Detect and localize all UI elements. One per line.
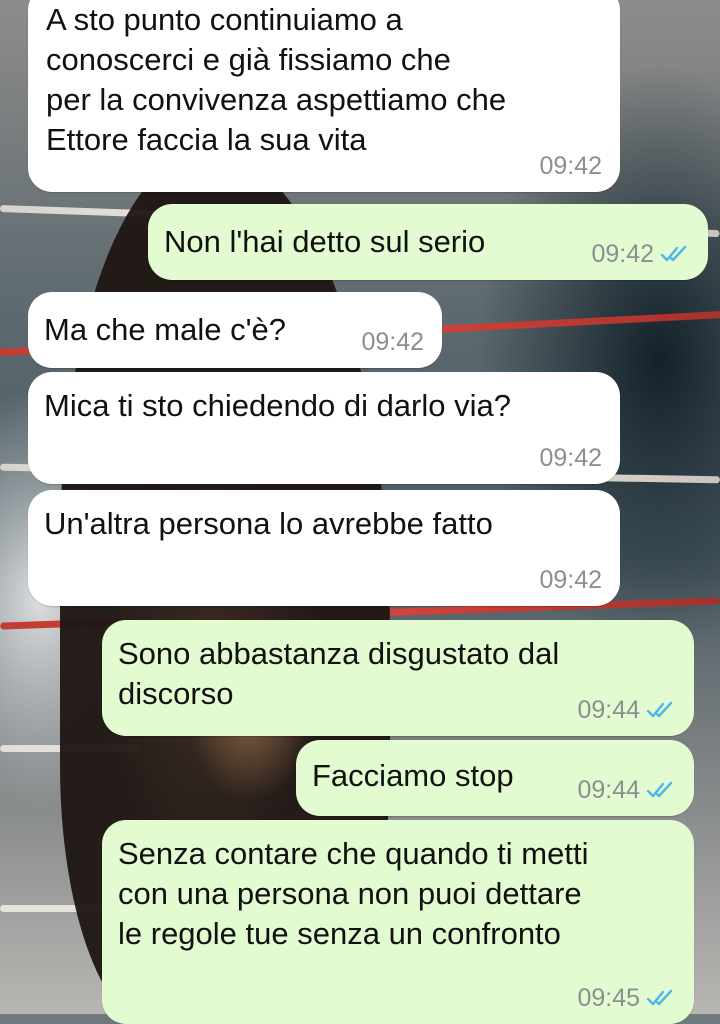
message-list[interactable]: A sto punto continuiamo a conoscerci e g… bbox=[0, 0, 720, 1024]
outgoing-message[interactable]: Senza contare che quando ti metti con un… bbox=[102, 820, 694, 1024]
message-time: 09:44 bbox=[577, 776, 640, 804]
message-meta: 09:42 bbox=[539, 444, 602, 472]
incoming-message[interactable]: Un'altra persona lo avrebbe fatto 09:42 bbox=[28, 490, 620, 606]
message-text: Senza contare che quando ti metti con un… bbox=[118, 836, 589, 951]
incoming-message[interactable]: Mica ti sto chiedendo di darlo via? 09:4… bbox=[28, 372, 620, 484]
double-check-icon bbox=[646, 700, 676, 720]
message-time: 09:44 bbox=[577, 696, 640, 724]
message-time: 09:42 bbox=[539, 444, 602, 472]
message-meta: 09:44 bbox=[577, 696, 676, 724]
outgoing-message[interactable]: Non l'hai detto sul serio 09:42 bbox=[148, 204, 708, 280]
double-check-icon bbox=[646, 988, 676, 1008]
incoming-message[interactable]: Ma che male c'è? 09:42 bbox=[28, 292, 442, 368]
message-time: 09:45 bbox=[577, 984, 640, 1012]
message-time: 09:42 bbox=[591, 240, 654, 268]
message-meta: 09:42 bbox=[361, 328, 424, 356]
double-check-icon bbox=[646, 780, 676, 800]
message-text: Un'altra persona lo avrebbe fatto bbox=[44, 506, 493, 541]
message-meta: 09:45 bbox=[577, 984, 676, 1012]
message-text: Mica ti sto chiedendo di darlo via? bbox=[44, 388, 511, 423]
message-meta: 09:42 bbox=[591, 240, 690, 268]
double-check-icon bbox=[660, 244, 690, 264]
message-time: 09:42 bbox=[361, 328, 424, 356]
message-text: A sto punto continuiamo a conoscerci e g… bbox=[46, 2, 507, 157]
incoming-message[interactable]: A sto punto continuiamo a conoscerci e g… bbox=[28, 0, 620, 192]
outgoing-message[interactable]: Facciamo stop 09:44 bbox=[296, 740, 694, 816]
message-time: 09:42 bbox=[539, 152, 602, 180]
message-meta: 09:44 bbox=[577, 776, 676, 804]
outgoing-message[interactable]: Sono abbastanza disgustato dal discorso … bbox=[102, 620, 694, 736]
message-time: 09:42 bbox=[539, 566, 602, 594]
message-meta: 09:42 bbox=[539, 152, 602, 180]
message-meta: 09:42 bbox=[539, 566, 602, 594]
